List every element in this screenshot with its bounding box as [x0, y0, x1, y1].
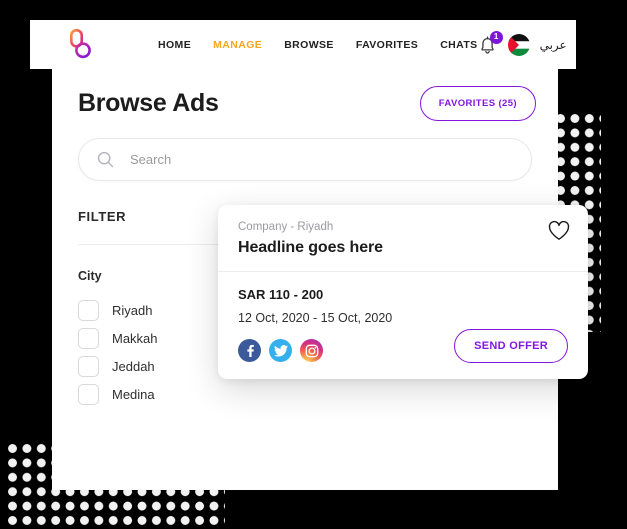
filter-heading: FILTER: [78, 209, 127, 224]
city-label-riyadh: Riyadh: [112, 303, 153, 318]
ad-card-dates: 12 Oct, 2020 - 15 Oct, 2020: [238, 311, 393, 325]
palestine-flag-icon[interactable]: [507, 33, 530, 56]
city-option-riyadh[interactable]: Riyadh: [78, 300, 158, 321]
search-icon: [97, 151, 114, 168]
city-checkbox-list: Riyadh Makkah Jeddah Medina: [78, 300, 158, 405]
ad-card-price: SAR 110 - 200: [238, 287, 324, 302]
ad-card: Company - Riyadh Headline goes here SAR …: [218, 205, 588, 379]
city-label-jeddah: Jeddah: [112, 359, 155, 374]
ad-card-body: SAR 110 - 200 12 Oct, 2020 - 15 Oct, 202…: [218, 272, 588, 379]
favorites-button[interactable]: FAVORITES (25): [419, 86, 536, 121]
nav-item-favorites[interactable]: FAVORITES: [356, 39, 418, 51]
page-title: Browse Ads: [78, 89, 219, 117]
checkbox-riyadh[interactable]: [78, 300, 99, 321]
language-toggle[interactable]: عربي: [540, 38, 567, 52]
nav-links: HOME MANAGE BROWSE FAVORITES CHATS: [158, 39, 478, 51]
send-offer-button[interactable]: SEND OFFER: [454, 329, 568, 363]
notification-badge-count: 1: [489, 30, 503, 44]
checkbox-makkah[interactable]: [78, 328, 99, 349]
top-navigation-bar: HOME MANAGE BROWSE FAVORITES CHATS 1 عرب…: [30, 20, 576, 69]
notifications-button[interactable]: 1: [478, 30, 503, 59]
city-option-jeddah[interactable]: Jeddah: [78, 356, 158, 377]
checkbox-jeddah[interactable]: [78, 356, 99, 377]
search-bar[interactable]: [78, 138, 532, 181]
nav-item-home[interactable]: HOME: [158, 39, 191, 51]
ad-card-headline: Headline goes here: [238, 239, 383, 256]
nav-right-actions: 1 عربي: [478, 30, 571, 59]
search-input[interactable]: [128, 151, 513, 168]
ad-card-header: Company - Riyadh Headline goes here: [218, 205, 588, 271]
instagram-icon[interactable]: [300, 339, 323, 362]
city-label-medina: Medina: [112, 387, 155, 402]
nav-item-browse[interactable]: BROWSE: [284, 39, 334, 51]
twitter-icon[interactable]: [269, 339, 292, 362]
city-option-makkah[interactable]: Makkah: [78, 328, 158, 349]
brand-logo[interactable]: [58, 28, 102, 61]
city-label-makkah: Makkah: [112, 331, 158, 346]
nav-item-chats[interactable]: CHATS: [440, 39, 477, 51]
facebook-icon[interactable]: [238, 339, 261, 362]
filter-group-label-city: City: [78, 269, 102, 283]
heart-outline-icon[interactable]: [548, 220, 570, 241]
ad-card-company: Company - Riyadh: [238, 221, 334, 233]
checkbox-medina[interactable]: [78, 384, 99, 405]
city-option-medina[interactable]: Medina: [78, 384, 158, 405]
nav-item-manage[interactable]: MANAGE: [213, 39, 262, 51]
page-header: Browse Ads FAVORITES (25): [78, 86, 536, 121]
bell-icon: [478, 35, 497, 59]
